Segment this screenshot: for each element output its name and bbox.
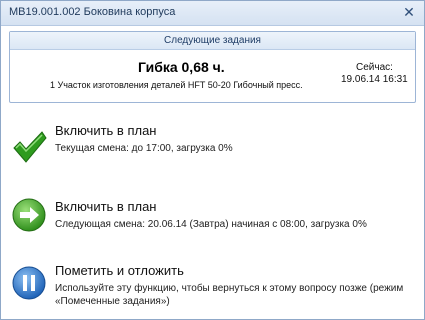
task-subtitle: 1 Участок изготовления деталей HFT 50-20… [50, 80, 303, 90]
green-arrow-right-icon [12, 198, 46, 232]
include-current-shift-option[interactable]: Включить в план Текущая смена: до 17:00,… [9, 123, 414, 179]
task-title: Гибка 0,68 ч. [138, 59, 225, 75]
option-description: Текущая смена: до 17:00, загрузка 0% [55, 143, 233, 154]
green-check-icon [13, 131, 47, 163]
window-title: МВ19.001.002 Боковина корпуса [9, 6, 176, 18]
next-tasks-panel: Следующие задания Гибка 0,68 ч. 1 Участо… [9, 31, 416, 103]
include-next-shift-option[interactable]: Включить в план Следующая смена: 20.06.1… [9, 198, 414, 255]
option-title: Пометить и отложить [55, 263, 184, 278]
option-description: Следующая смена: 20.06.14 (Завтра) начин… [55, 219, 367, 230]
blue-pause-icon [12, 266, 46, 300]
option-title: Включить в план [55, 199, 157, 214]
title-bar: МВ19.001.002 Боковина корпуса ✕ [1, 1, 424, 26]
close-icon[interactable]: ✕ [402, 5, 416, 19]
dialog-window: МВ19.001.002 Боковина корпуса ✕ Следующи… [0, 0, 425, 320]
now-label: Сейчас: [356, 62, 393, 73]
panel-header: Следующие задания [10, 32, 415, 50]
now-time: 19.06.14 16:31 [341, 74, 408, 85]
option-title: Включить в план [55, 123, 157, 138]
mark-and-postpone-option[interactable]: Пометить и отложить Используйте эту функ… [9, 263, 414, 319]
option-description: Используйте эту функцию, чтобы вернуться… [55, 283, 404, 307]
